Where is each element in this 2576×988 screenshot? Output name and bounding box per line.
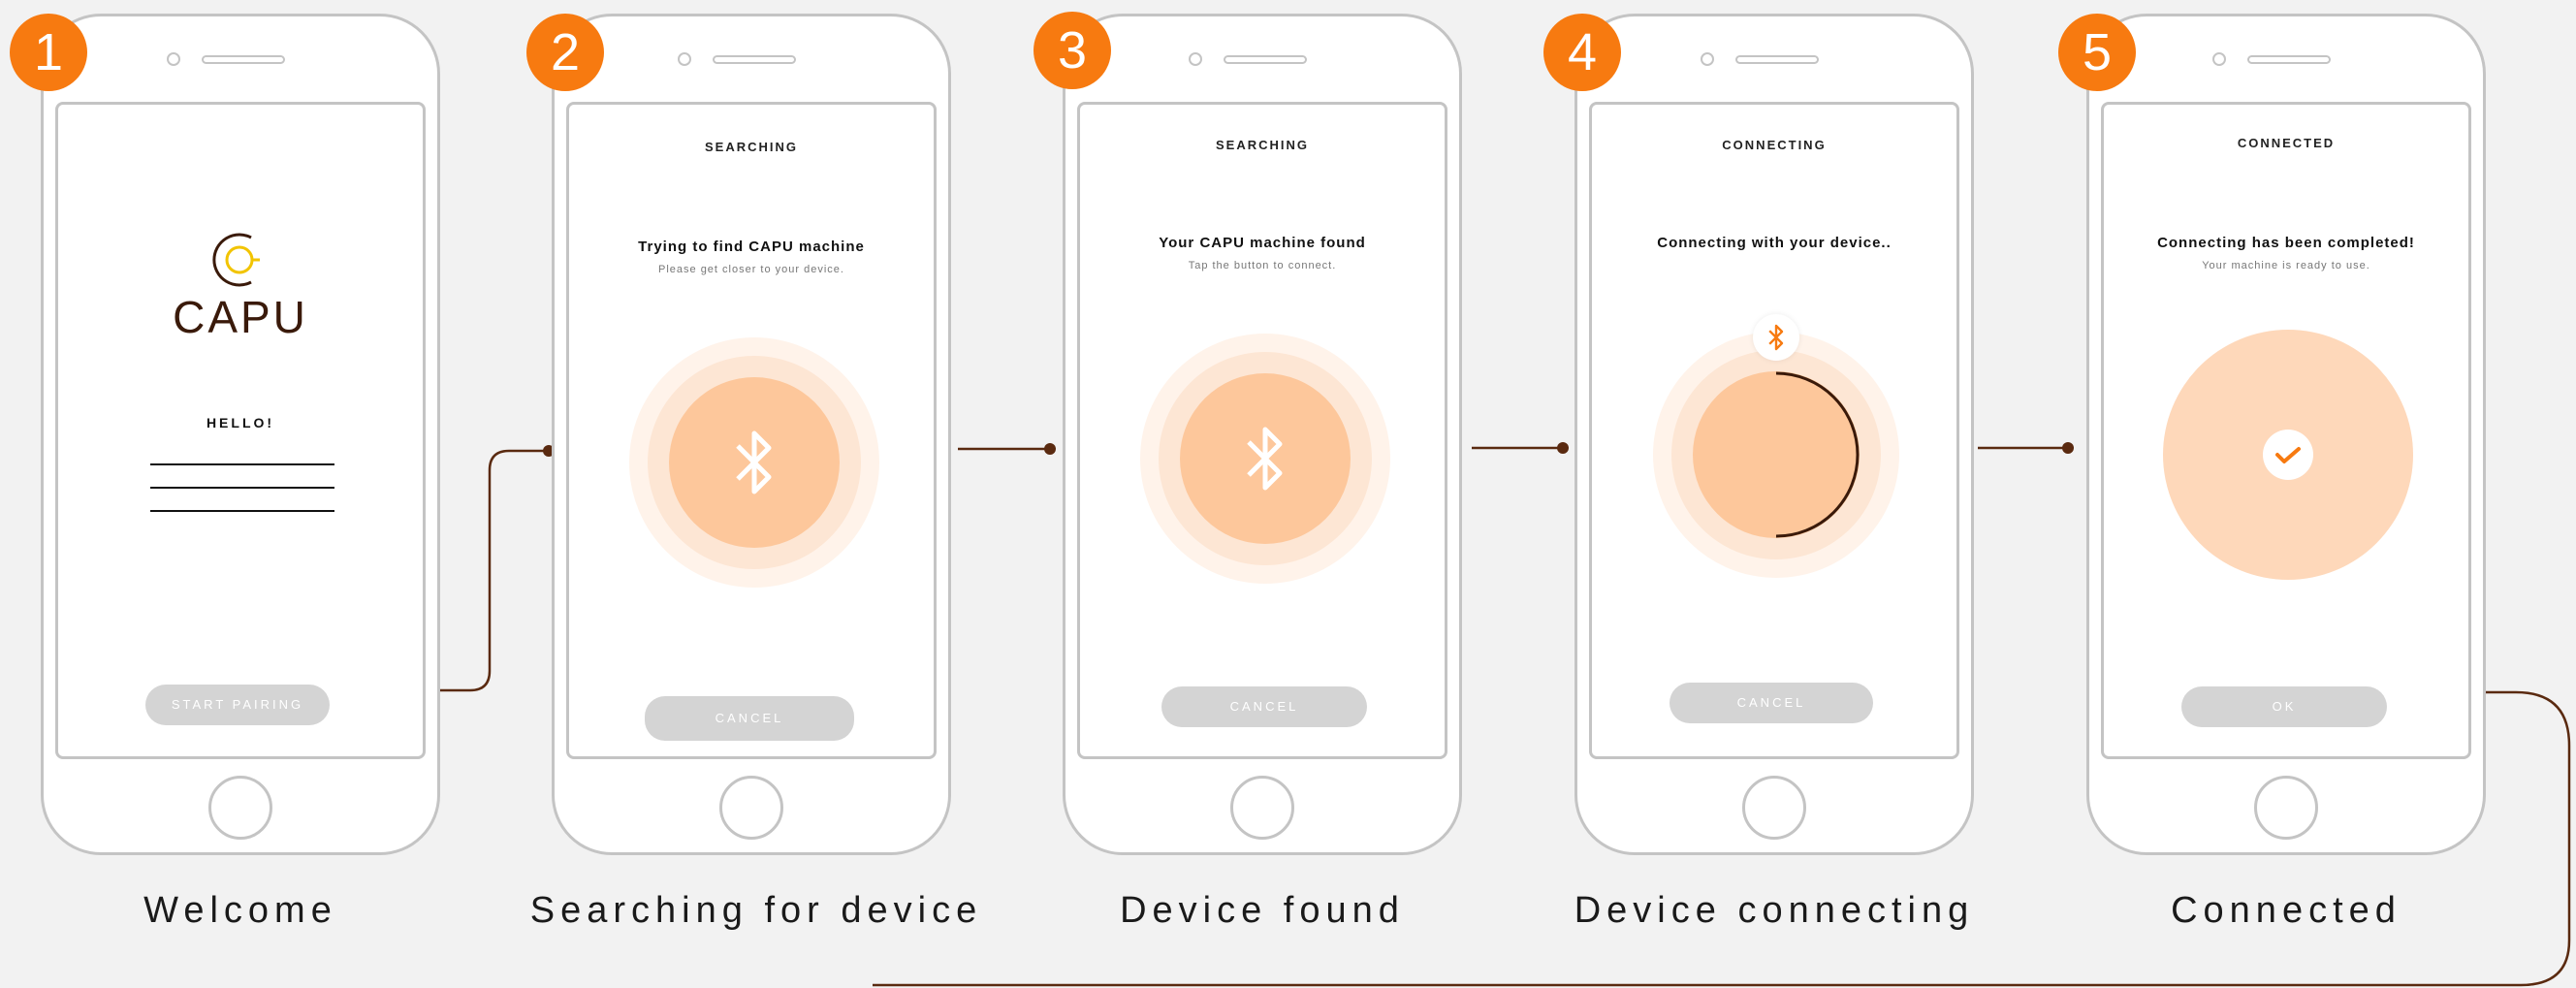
connector-dot [1557,442,1569,454]
phone-connecting: CONNECTING Connecting with your device..… [1574,14,1974,855]
screen: CONNECTING Connecting with your device..… [1589,102,1959,759]
step-badge-5: 5 [2058,14,2136,91]
cancel-button[interactable]: CANCEL [645,696,854,741]
screen: SEARCHING Trying to find CAPU machine Pl… [566,102,937,759]
camera [678,52,691,66]
phone-welcome: CAPU HELLO! START PAIRING [41,14,440,855]
step-caption-3: Device found [1120,890,1405,931]
home-button[interactable] [2254,776,2318,840]
screen-title: SEARCHING [704,140,798,154]
camera [1189,52,1202,66]
step-caption-4: Device connecting [1574,890,1975,931]
step-badge-2: 2 [526,14,604,91]
capu-logo-icon [212,233,260,287]
screen-heading: Your CAPU machine found [1159,235,1366,251]
progress-arc [1775,371,1860,538]
bluetooth-icon [1247,427,1283,491]
logo-text: CAPU [173,292,308,342]
screen-subtitle: Your machine is ready to use. [2202,260,2370,271]
speaker [1735,55,1819,64]
placeholder-line [150,487,334,489]
phone-connected: CONNECTED Connecting has been completed!… [2086,14,2486,855]
screen-title: SEARCHING [1215,138,1309,152]
screen: SEARCHING Your CAPU machine found Tap th… [1077,102,1447,759]
phone-device-found: SEARCHING Your CAPU machine found Tap th… [1063,14,1462,855]
speaker [1224,55,1307,64]
bluetooth-icon [1768,324,1784,351]
bluetooth-icon [736,430,772,494]
placeholder-line [150,510,334,512]
camera [167,52,180,66]
screen-title: CONNECTING [1722,138,1827,152]
screen-title: CONNECTED [2237,136,2336,150]
step-badge-4: 4 [1543,14,1621,91]
home-button[interactable] [1742,776,1806,840]
screen-subtitle: Please get closer to your device. [658,264,844,275]
home-button[interactable] [719,776,783,840]
screen-subtitle: Tap the button to connect. [1188,260,1337,271]
connector-dot [2062,442,2074,454]
screen: CONNECTED Connecting has been completed!… [2101,102,2471,759]
speaker [202,55,285,64]
step-caption-1: Welcome [143,890,337,931]
screen-heading: Connecting with your device.. [1657,235,1892,251]
greeting: HELLO! [206,415,275,430]
home-button[interactable] [208,776,272,840]
speaker [2247,55,2331,64]
speaker [713,55,796,64]
screen: CAPU HELLO! START PAIRING [55,102,426,759]
ok-button[interactable]: OK [2181,686,2387,727]
connector-dot [1044,443,1056,455]
checkmark-icon [2275,447,2301,463]
home-button[interactable] [1230,776,1294,840]
start-pairing-button[interactable]: START PAIRING [145,685,330,725]
screen-heading: Trying to find CAPU machine [638,239,865,255]
cancel-button[interactable]: CANCEL [1161,686,1367,727]
step-caption-2: Searching for device [529,890,983,931]
camera [1701,52,1714,66]
step-caption-5: Connected [2171,890,2401,931]
step-badge-3: 3 [1034,12,1111,89]
cancel-button[interactable]: CANCEL [1670,683,1873,723]
camera [2212,52,2226,66]
step-badge-1: 1 [10,14,87,91]
placeholder-line [150,463,334,465]
screen-heading: Connecting has been completed! [2157,235,2415,251]
phone-searching: SEARCHING Trying to find CAPU machine Pl… [552,14,951,855]
